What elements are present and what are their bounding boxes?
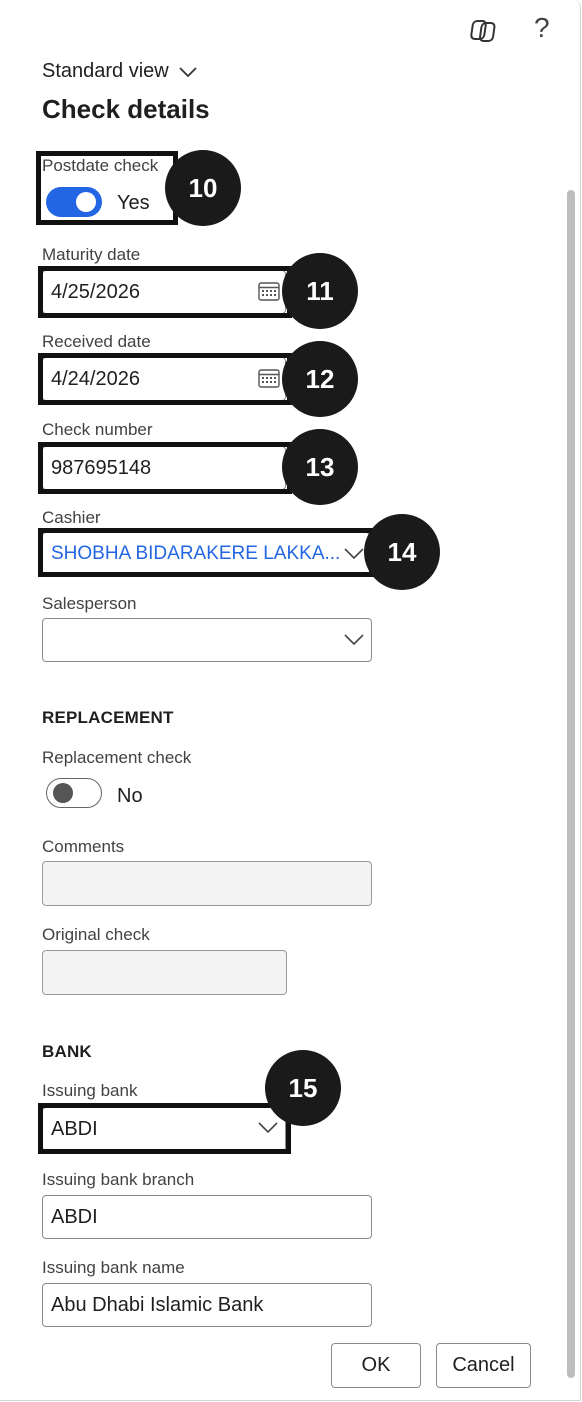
replacement-section-title: REPLACEMENT [42,708,174,727]
check-number-label: Check number [42,420,153,439]
postdate-label: Postdate check [42,156,159,175]
bank-section-title: BANK [42,1042,92,1061]
postdate-toggle[interactable] [46,187,102,217]
callout-badge-15: 15 [265,1050,341,1126]
page-title: Check details [42,94,210,124]
callout-badge-14: 14 [364,514,440,590]
comments-label: Comments [42,837,125,856]
replacement-toggle[interactable] [46,778,102,808]
postdate-value: Yes [117,192,150,214]
issuing-bank-branch-label: Issuing bank branch [42,1170,195,1189]
comments-field[interactable] [42,861,372,906]
salesperson-dropdown[interactable] [42,618,372,662]
replacement-check-label: Replacement check [42,748,192,767]
chevron-down-icon[interactable] [343,633,365,652]
salesperson-label: Salesperson [42,594,137,613]
callout-badge-12: 12 [282,341,358,417]
toggle-knob [76,192,96,212]
chevron-down-icon[interactable] [257,1121,279,1140]
highlight-box-check-number [38,442,292,494]
issuing-bank-branch-value: ABDI [51,1205,98,1228]
issuing-bank-name-value: Abu Dhabi Islamic Bank [51,1293,264,1316]
highlight-box-issuing-bank [38,1103,291,1154]
cancel-button[interactable]: Cancel [436,1343,531,1388]
original-check-label: Original check [42,925,150,944]
chevron-down-icon[interactable] [343,547,365,566]
issuing-bank-branch-field[interactable]: ABDI [42,1195,372,1239]
help-icon[interactable]: ? [534,12,550,44]
calendar-icon[interactable] [257,280,281,307]
cashier-label: Cashier [42,508,101,527]
replacement-value: No [117,785,143,807]
original-check-field[interactable] [42,950,287,995]
calendar-icon[interactable] [257,367,281,394]
received-date-label: Received date [42,332,151,351]
highlight-box-maturity [38,266,292,318]
highlight-box-cashier [38,528,374,577]
issuing-bank-name-field[interactable]: Abu Dhabi Islamic Bank [42,1283,372,1327]
callout-badge-11: 11 [282,253,358,329]
ok-button[interactable]: OK [331,1343,421,1388]
view-label: Standard view [42,60,169,82]
vertical-scrollbar[interactable] [567,190,575,1378]
highlight-box-received [38,353,292,405]
maturity-date-label: Maturity date [42,245,141,264]
chevron-down-icon [179,66,197,77]
copilot-icon[interactable] [470,16,500,46]
toggle-knob [53,782,73,803]
issuing-bank-label: Issuing bank [42,1081,138,1100]
issuing-bank-name-label: Issuing bank name [42,1258,185,1277]
callout-badge-10: 10 [165,150,241,226]
callout-badge-13: 13 [282,429,358,505]
view-selector[interactable]: Standard view [42,60,199,83]
